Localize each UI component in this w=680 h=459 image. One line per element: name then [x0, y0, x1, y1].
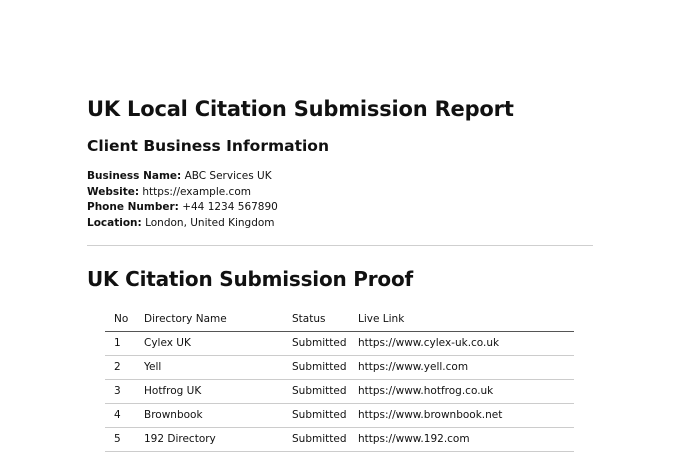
directory-name: Hotfrog UK: [135, 379, 283, 404]
status: Submitted: [283, 379, 349, 404]
phone-number-value: +44 1234 567890: [182, 201, 278, 213]
status: Submitted: [283, 355, 349, 380]
directory-name: Brownbook: [135, 403, 283, 428]
citation-table: No Directory Name Status Live Link 1 Cyl…: [105, 308, 574, 452]
business-name-value: ABC Services UK: [184, 170, 272, 182]
website-row: Website: https://example.com: [87, 185, 593, 201]
directory-name: 192 Directory: [135, 427, 283, 452]
phone-number-label: Phone Number:: [87, 201, 179, 213]
column-header-status: Status: [283, 308, 349, 332]
live-link[interactable]: https://www.brownbook.net: [349, 403, 574, 428]
report-title: UK Local Citation Submission Report: [87, 97, 514, 121]
business-name-label: Business Name:: [87, 170, 182, 182]
location-label: Location:: [87, 216, 142, 229]
status: Submitted: [283, 331, 349, 356]
table-row: 2 Yell Submitted https://www.yell.com: [105, 355, 574, 380]
table-row: 4 Brownbook Submitted https://www.brownb…: [105, 403, 574, 428]
table-row: 1 Cylex UK Submitted https://www.cylex-u…: [105, 331, 574, 356]
website-value: https://example.com: [142, 185, 251, 198]
location-value: London, United Kingdom: [145, 216, 275, 229]
section-divider: [87, 245, 593, 246]
table-header-row: No Directory Name Status Live Link: [105, 308, 574, 332]
table-row: 3 Hotfrog UK Submitted https://www.hotfr…: [105, 379, 574, 404]
row-number: 1: [105, 331, 135, 356]
status: Submitted: [283, 427, 349, 452]
report-page: UK Local Citation Submission Report Clie…: [0, 0, 680, 459]
column-header-no: No: [105, 308, 135, 332]
proof-heading: UK Citation Submission Proof: [87, 267, 414, 291]
row-number: 2: [105, 355, 135, 380]
directory-name: Yell: [135, 355, 283, 380]
business-name-row: Business Name: ABC Services UK: [87, 169, 593, 185]
table-row: 5 192 Directory Submitted https://www.19…: [105, 427, 574, 452]
column-header-directory-name: Directory Name: [135, 308, 283, 332]
website-label: Website:: [87, 185, 140, 198]
row-number: 4: [105, 403, 135, 428]
column-header-live-link: Live Link: [349, 308, 574, 332]
directory-name: Cylex UK: [135, 331, 283, 356]
live-link[interactable]: https://www.hotfrog.co.uk: [349, 379, 574, 404]
live-link[interactable]: https://www.cylex-uk.co.uk: [349, 331, 574, 356]
client-info-block: Business Name: ABC Services UK Website: …: [87, 169, 593, 231]
live-link[interactable]: https://www.192.com: [349, 427, 574, 452]
phone-number-row: Phone Number: +44 1234 567890: [87, 200, 593, 216]
location-row: Location: London, United Kingdom: [87, 216, 593, 232]
row-number: 5: [105, 427, 135, 452]
client-info-heading: Client Business Information: [87, 137, 329, 155]
live-link[interactable]: https://www.yell.com: [349, 355, 574, 380]
row-number: 3: [105, 379, 135, 404]
status: Submitted: [283, 403, 349, 428]
